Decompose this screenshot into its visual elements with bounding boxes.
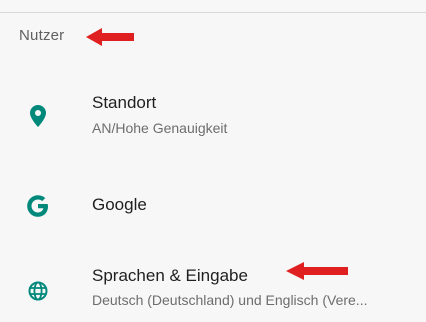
- annotation-arrow-icon: [86, 28, 134, 46]
- top-divider: [0, 12, 426, 13]
- location-pin-icon: [24, 102, 52, 130]
- settings-item-location[interactable]: Standort AN/Hohe Genauigkeit: [0, 88, 426, 150]
- globe-icon: [24, 277, 52, 305]
- google-g-icon: [24, 192, 52, 220]
- settings-item-google[interactable]: Google: [0, 180, 426, 232]
- settings-item-title: Sprachen & Eingabe: [92, 266, 248, 285]
- settings-item-summary: AN/Hohe Genauigkeit: [92, 120, 228, 136]
- settings-item-summary: Deutsch (Deutschland) und Englisch (Vere…: [92, 292, 368, 308]
- annotation-arrow-icon: [286, 262, 348, 280]
- settings-item-languages-input[interactable]: Sprachen & Eingabe Deutsch (Deutschland)…: [0, 262, 426, 320]
- settings-item-title: Google: [92, 195, 147, 214]
- settings-item-title: Standort: [92, 93, 157, 112]
- section-header-users: Nutzer: [19, 27, 65, 44]
